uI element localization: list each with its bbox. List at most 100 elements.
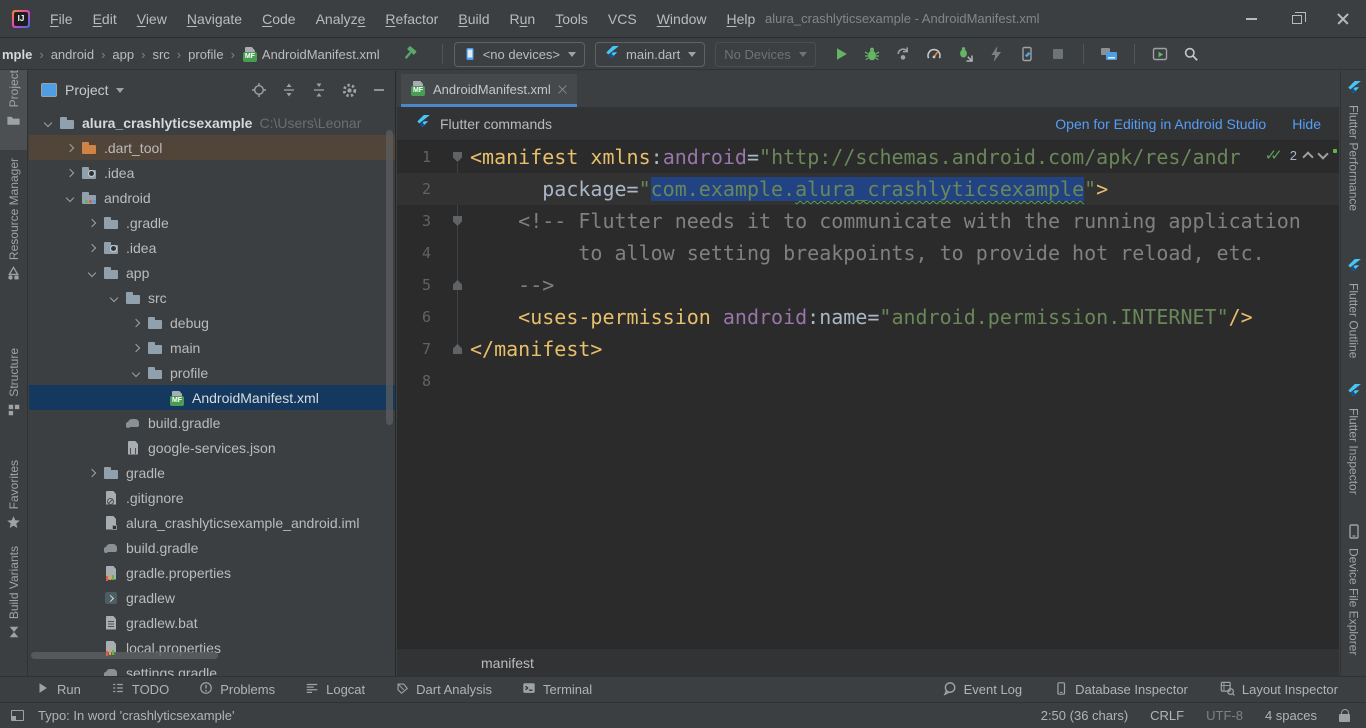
- hot-reload-button[interactable]: [984, 42, 1008, 66]
- project-horizontal-scrollbar[interactable]: [31, 652, 218, 659]
- tool-window-button-terminal[interactable]: Terminal: [522, 681, 592, 698]
- sidebar-item-resource-manager[interactable]: Resource Manager: [0, 158, 27, 310]
- sidebar-item-device-file-explorer[interactable]: Device File Explorer: [1341, 524, 1366, 689]
- project-panel-title[interactable]: Project: [65, 82, 109, 98]
- collapse-all-button[interactable]: [309, 80, 329, 100]
- settings-button[interactable]: [339, 80, 359, 100]
- tree-row-alura_crashlyticsexample_android.iml[interactable]: alura_crashlyticsexample_android.iml: [29, 510, 395, 535]
- breadcrumb-item-android[interactable]: android: [51, 47, 94, 62]
- hide-panel-button[interactable]: [369, 80, 389, 100]
- tree-toggle-icon[interactable]: [59, 145, 81, 151]
- menu-item-build[interactable]: Build: [448, 0, 499, 38]
- menu-item-tools[interactable]: Tools: [545, 0, 598, 38]
- breadcrumb-item-src[interactable]: src: [152, 47, 169, 62]
- tool-window-button-run[interactable]: Run: [36, 681, 81, 698]
- run-button[interactable]: [829, 42, 853, 66]
- menu-item-file[interactable]: File: [40, 0, 83, 38]
- tree-toggle-icon[interactable]: [81, 245, 103, 251]
- line-number[interactable]: 5: [397, 269, 431, 301]
- chevron-down-icon[interactable]: [116, 88, 124, 93]
- tree-toggle-icon[interactable]: [125, 370, 147, 376]
- sidebar-item-build-variants[interactable]: Build Variants: [0, 546, 27, 668]
- tree-toggle-icon[interactable]: [37, 120, 59, 126]
- tree-toggle-icon[interactable]: [59, 170, 81, 176]
- tree-row-google-services.json[interactable]: google-services.json: [29, 435, 395, 460]
- tree-row-settings.gradle[interactable]: settings.gradle: [29, 660, 395, 676]
- tree-row-gradlew.bat[interactable]: gradlew.bat: [29, 610, 395, 635]
- file-encoding[interactable]: UTF-8: [1206, 708, 1243, 723]
- profiler-button[interactable]: [922, 42, 946, 66]
- code-line-6[interactable]: 6 <uses-permission android:name="android…: [397, 301, 1339, 333]
- tree-row-debug[interactable]: debug: [29, 310, 395, 335]
- sidebar-item-project[interactable]: Project: [0, 70, 27, 150]
- tool-window-button-event-log[interactable]: Event Log: [942, 681, 1023, 699]
- code-line-7[interactable]: 7</manifest>: [397, 333, 1339, 365]
- menu-item-view[interactable]: View: [127, 0, 177, 38]
- stop-button[interactable]: [1046, 42, 1070, 66]
- tree-row-.dart_tool[interactable]: .dart_tool: [29, 135, 395, 160]
- tree-row-gradle[interactable]: gradle: [29, 460, 395, 485]
- breadcrumb-item-mple[interactable]: mple: [2, 47, 32, 62]
- breadcrumb-item-AndroidManifest.xml[interactable]: MFAndroidManifest.xml: [242, 46, 380, 62]
- code-line-4[interactable]: 4 to allow setting breakpoints, to provi…: [397, 237, 1339, 269]
- tool-window-button-layout-inspector[interactable]: Layout Inspector: [1220, 681, 1338, 699]
- line-separator[interactable]: CRLF: [1150, 708, 1184, 723]
- restore-button[interactable]: [1274, 0, 1320, 38]
- menu-item-navigate[interactable]: Navigate: [177, 0, 252, 38]
- locate-file-button[interactable]: [249, 80, 269, 100]
- tree-row-android[interactable]: android: [29, 185, 395, 210]
- menu-item-edit[interactable]: Edit: [83, 0, 127, 38]
- line-number[interactable]: 6: [397, 301, 431, 333]
- menu-item-code[interactable]: Code: [252, 0, 305, 38]
- menu-item-vcs[interactable]: VCS: [598, 0, 647, 38]
- sidebar-item-flutter-outline[interactable]: Flutter Outline: [1341, 258, 1366, 378]
- tree-row-.gitignore[interactable]: .gitignore: [29, 485, 395, 510]
- lock-icon[interactable]: [1339, 714, 1350, 722]
- tree-toggle-icon[interactable]: [125, 320, 147, 326]
- expand-all-button[interactable]: [279, 80, 299, 100]
- tool-window-button-dart-analysis[interactable]: Dart Analysis: [395, 681, 492, 698]
- tree-row-main[interactable]: main: [29, 335, 395, 360]
- line-number[interactable]: 3: [397, 205, 431, 237]
- tree-toggle-icon[interactable]: [103, 295, 125, 301]
- tree-row-.idea[interactable]: .idea: [29, 235, 395, 260]
- tool-window-button-todo[interactable]: TODO: [111, 681, 169, 698]
- tree-row-AndroidManifest.xml[interactable]: MFAndroidManifest.xml: [29, 385, 395, 410]
- tree-row-src[interactable]: src: [29, 285, 395, 310]
- breadcrumb-item-profile[interactable]: profile: [188, 47, 223, 62]
- caret-position[interactable]: 2:50 (36 chars): [1041, 708, 1128, 723]
- run-config-dropdown[interactable]: main.dart: [595, 42, 705, 67]
- line-number[interactable]: 4: [397, 237, 431, 269]
- close-tab-icon[interactable]: [558, 85, 567, 94]
- tree-row-build.gradle[interactable]: build.gradle: [29, 410, 395, 435]
- tool-window-button-database-inspector[interactable]: Database Inspector: [1054, 681, 1188, 699]
- tree-row-profile[interactable]: profile: [29, 360, 395, 385]
- line-number[interactable]: 1: [397, 141, 431, 173]
- code-line-5[interactable]: 5 -->: [397, 269, 1339, 301]
- tree-toggle-icon[interactable]: [125, 345, 147, 351]
- tree-row-gradle.properties[interactable]: gradle.properties: [29, 560, 395, 585]
- tool-window-button-problems[interactable]: Problems: [199, 681, 275, 698]
- tree-row-app[interactable]: app: [29, 260, 395, 285]
- sidebar-item-flutter-performance[interactable]: Flutter Performance: [1341, 80, 1366, 255]
- project-structure-button[interactable]: [1097, 42, 1121, 66]
- menu-item-help[interactable]: Help: [717, 0, 766, 38]
- tool-window-toggle-icon[interactable]: [11, 710, 24, 721]
- tree-row-.gradle[interactable]: .gradle: [29, 210, 395, 235]
- line-number[interactable]: 8: [397, 365, 431, 397]
- code-line-2[interactable]: 2 package="com.example.alura_crashlytics…: [397, 173, 1339, 205]
- tree-row-gradlew[interactable]: gradlew: [29, 585, 395, 610]
- tree-toggle-icon[interactable]: [81, 270, 103, 276]
- tree-row-alura_crashlyticsexample[interactable]: alura_crashlyticsexampleC:\Users\Leonar: [29, 110, 395, 135]
- run-anything-button[interactable]: [1148, 42, 1172, 66]
- code-editor[interactable]: ✓✓ 2 1<manifest xmlns:android="http://sc…: [397, 141, 1339, 648]
- secondary-device-dropdown[interactable]: No Devices: [715, 42, 815, 67]
- menu-item-refactor[interactable]: Refactor: [375, 0, 448, 38]
- minimize-button[interactable]: [1228, 0, 1274, 38]
- tree-toggle-icon[interactable]: [81, 220, 103, 226]
- tool-window-button-logcat[interactable]: Logcat: [305, 681, 365, 698]
- code-line-8[interactable]: 8: [397, 365, 1339, 397]
- code-line-3[interactable]: 3 <!-- Flutter needs it to communicate w…: [397, 205, 1339, 237]
- open-devtools-button[interactable]: [1015, 42, 1039, 66]
- build-hammer-button[interactable]: [398, 42, 422, 66]
